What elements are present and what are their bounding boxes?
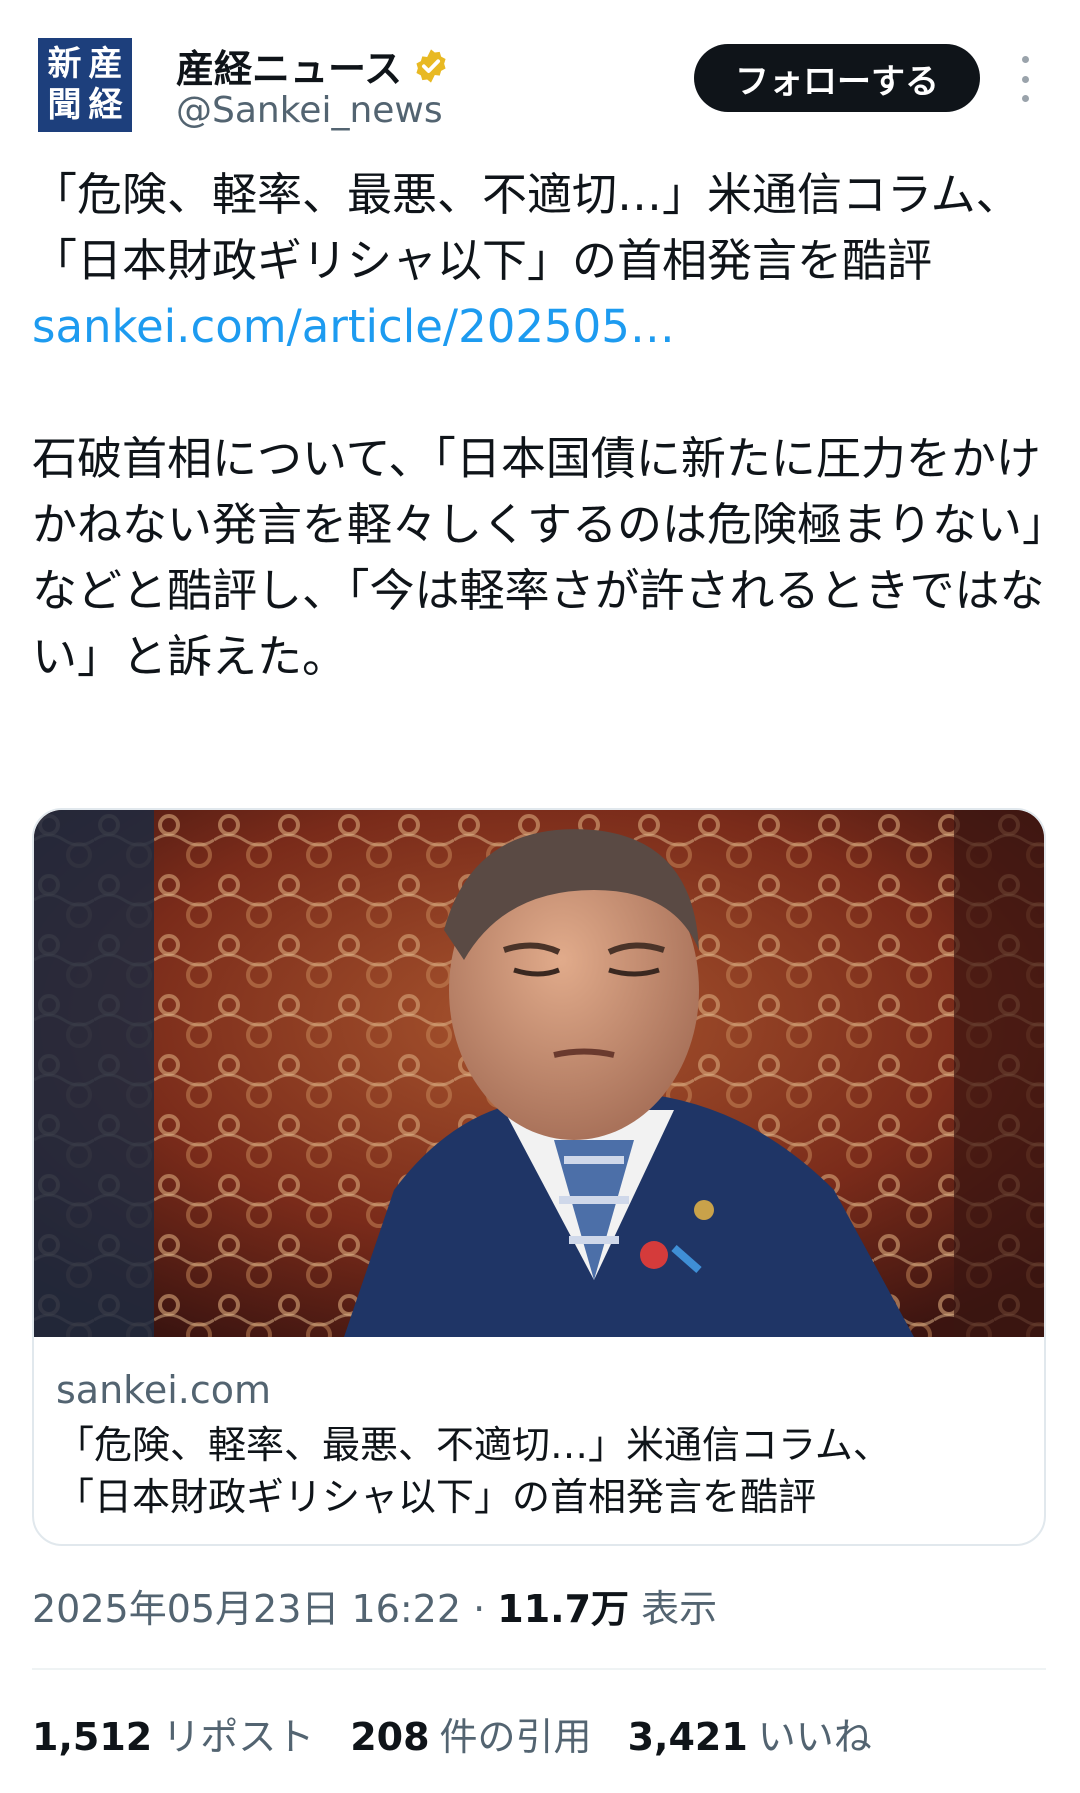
logo-char: 産 — [88, 44, 123, 84]
more-options-icon[interactable] — [1012, 56, 1038, 102]
tweet-body: 石破首相について、「日本国債に新たに圧力をかけかねない発言を軽々しくするのは危険… — [32, 432, 1045, 683]
account-handle[interactable]: @Sankei_news — [176, 90, 443, 131]
views-count: 11.7万 — [497, 1587, 630, 1631]
tweet-header: 新 産 聞 経 産経ニュース @Sankei_news フォローする — [0, 0, 1080, 150]
article-link[interactable]: sankei.com/article/202505… — [32, 294, 1052, 360]
meta-separator: · — [473, 1587, 486, 1631]
logo-char: 新 — [47, 44, 82, 84]
reposts-stat[interactable]: 1,512 リポスト — [32, 1706, 314, 1761]
tweet-headline: 「危険、軽率、最悪、不適切…」米通信コラム、「日本財政ギリシャ以下」の首相発言を… — [32, 168, 1021, 287]
divider — [32, 1668, 1046, 1670]
card-title-line: 「日本財政ギリシャ以下」の首相発言を酷評 — [56, 1475, 817, 1519]
account-name[interactable]: 産経ニュース — [176, 38, 402, 93]
more-dot — [1021, 75, 1029, 83]
likes-stat[interactable]: 3,421 いいね — [628, 1706, 872, 1761]
engagement-stats: 1,512 リポスト 208 件の引用 3,421 いいね — [32, 1706, 872, 1761]
tweet-timestamp-views: 2025年05月23日 16:22 · 11.7万 表示 — [32, 1578, 717, 1633]
sankei-logo-avatar[interactable]: 新 産 聞 経 — [38, 38, 132, 132]
tweet-datetime[interactable]: 2025年05月23日 16:22 — [32, 1587, 461, 1631]
card-title-line: 「危険、軽率、最悪、不適切…」米通信コラム、 — [56, 1423, 891, 1467]
card-title: 「危険、軽率、最悪、不適切…」米通信コラム、 「日本財政ギリシャ以下」の首相発言… — [56, 1419, 1016, 1523]
logo-glyphs: 新 産 聞 経 — [45, 45, 125, 125]
link-preview-card[interactable]: sankei.com 「危険、軽率、最悪、不適切…」米通信コラム、 「日本財政ギ… — [32, 808, 1046, 1546]
likes-count: 3,421 — [627, 1715, 748, 1759]
account-name-row[interactable]: 産経ニュース — [176, 38, 450, 93]
more-dot — [1021, 56, 1029, 63]
quotes-label: 件の引用 — [439, 1715, 592, 1759]
logo-char: 聞 — [47, 85, 82, 125]
tweet-text: 「危険、軽率、最悪、不適切…」米通信コラム、「日本財政ギリシャ以下」の首相発言を… — [32, 162, 1052, 690]
article-photo[interactable] — [34, 810, 1044, 1337]
card-domain: sankei.com — [56, 1368, 271, 1412]
follow-button[interactable]: フォローする — [694, 44, 980, 112]
reposts-label: リポスト — [162, 1715, 315, 1759]
card-meta: sankei.com 「危険、軽率、最悪、不適切…」米通信コラム、 「日本財政ギ… — [56, 1365, 1016, 1523]
views-label: 表示 — [641, 1587, 718, 1631]
likes-label: いいね — [757, 1715, 872, 1759]
more-dot — [1021, 95, 1029, 102]
reposts-count: 1,512 — [32, 1715, 153, 1759]
logo-char: 経 — [88, 85, 123, 125]
quotes-stat[interactable]: 208 件の引用 — [350, 1706, 591, 1761]
quotes-count: 208 — [350, 1715, 430, 1759]
verified-badge-icon — [416, 48, 446, 83]
